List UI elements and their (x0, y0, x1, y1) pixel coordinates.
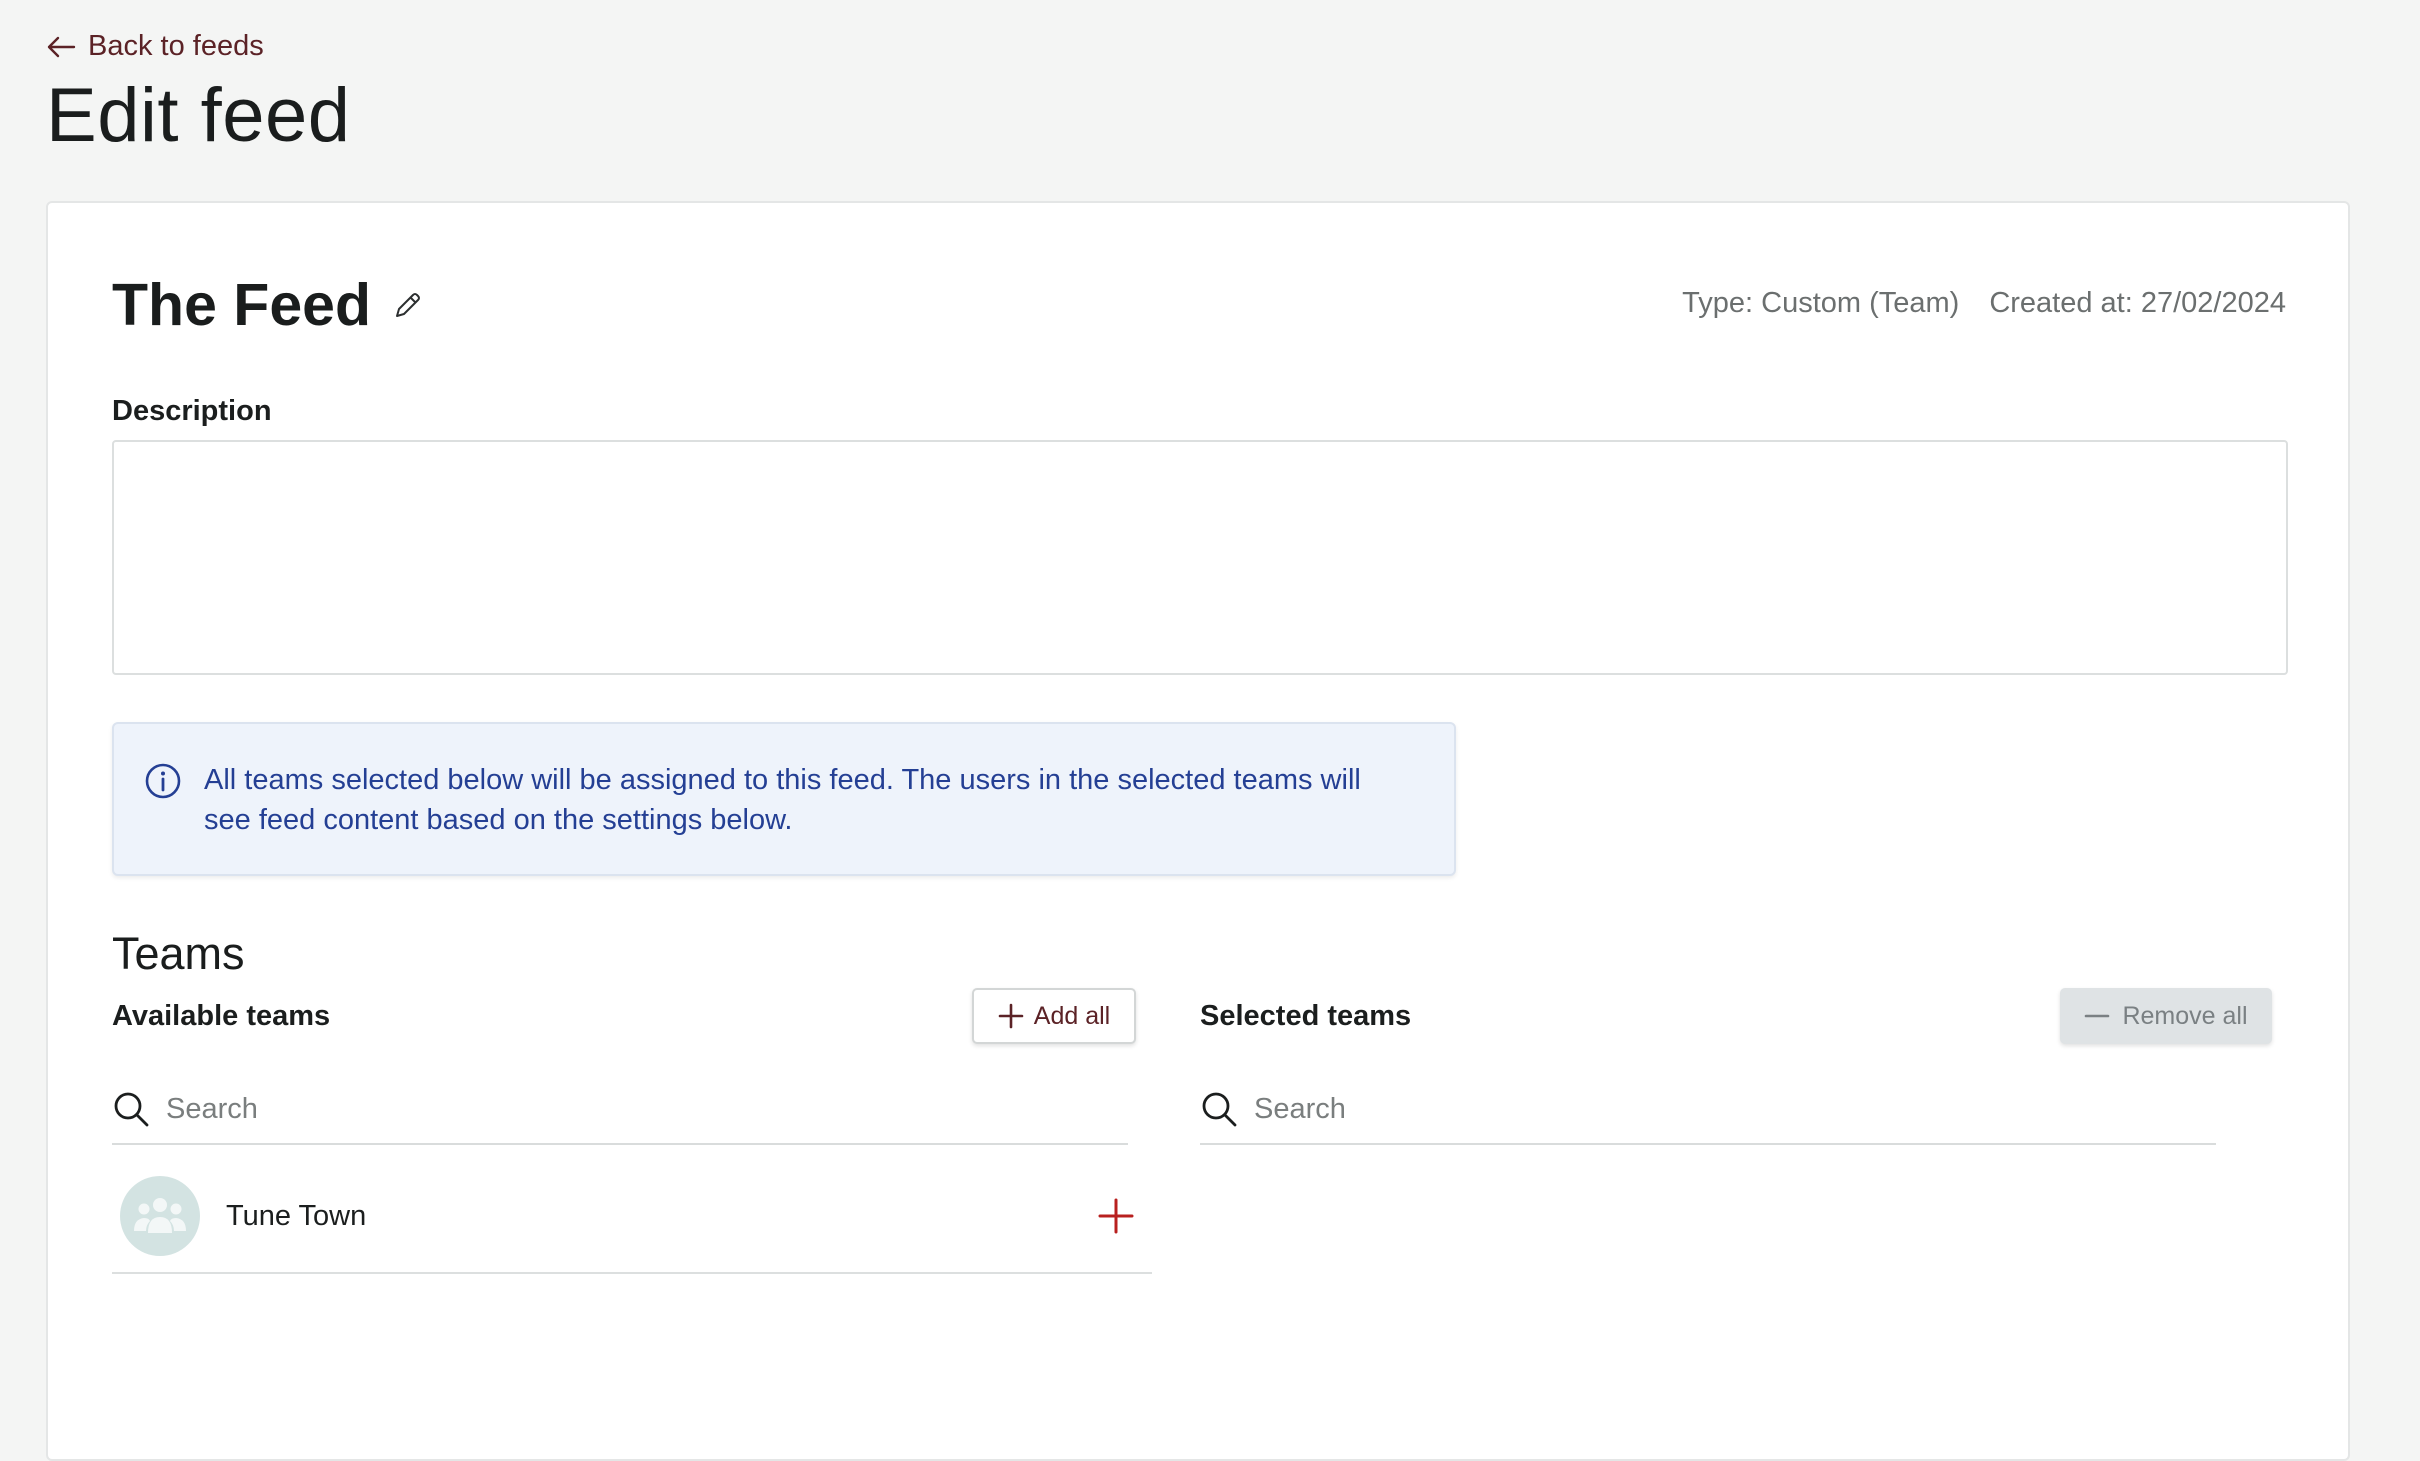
group-icon (134, 1198, 186, 1233)
available-teams-search-input[interactable] (164, 1091, 1128, 1127)
description-label: Description (112, 395, 272, 427)
plus-icon (1098, 1198, 1134, 1234)
add-team-button[interactable] (1092, 1192, 1140, 1240)
add-all-label: Add all (1033, 1001, 1111, 1030)
team-avatar (120, 1176, 200, 1256)
info-message-line1: All teams selected below will be assigne… (204, 764, 1361, 796)
edit-name-button[interactable] (393, 290, 423, 320)
pencil-icon (396, 293, 420, 317)
edit-feed-card: The Feed Type: Custom (Team) Created at:… (46, 201, 2350, 1461)
remove-all-label: Remove all (2122, 1001, 2248, 1030)
selected-teams-search (1200, 1075, 2216, 1145)
search-icon (114, 1092, 149, 1127)
back-link-label: Back to feeds (88, 30, 264, 62)
add-all-button[interactable]: Add all (972, 988, 1136, 1044)
description-textarea[interactable] (112, 440, 2288, 675)
info-message-line2: see feed content based on the settings b… (204, 804, 793, 836)
search-icon (1202, 1092, 1237, 1127)
arrow-left-icon (47, 36, 76, 57)
feed-meta: Type: Custom (Team) Created at: 27/02/20… (1682, 287, 2286, 320)
available-teams-search (112, 1075, 1128, 1145)
selected-teams-title: Selected teams (1200, 1000, 1412, 1032)
back-to-feeds-link[interactable]: Back to feeds (46, 30, 264, 63)
remove-all-button[interactable]: Remove all (2060, 988, 2272, 1044)
feed-name: The Feed (112, 272, 371, 338)
feed-type: Type: Custom (Team) (1682, 287, 1960, 319)
feed-header: The Feed (112, 271, 423, 339)
page-title: Edit feed (46, 73, 351, 158)
team-name: Tune Town (226, 1199, 367, 1232)
plus-icon (998, 1003, 1024, 1029)
available-team-row: Tune Town (112, 1160, 1152, 1274)
feed-created-at: Created at: 27/02/2024 (1989, 287, 2286, 319)
minus-icon (2085, 1014, 2110, 1018)
info-message: All teams selected below will be assigne… (204, 760, 1361, 840)
info-banner: All teams selected below will be assigne… (112, 722, 1456, 876)
info-icon (145, 763, 181, 799)
available-teams-title: Available teams (112, 1000, 331, 1032)
teams-heading: Teams (112, 928, 245, 979)
selected-teams-search-input[interactable] (1252, 1091, 2216, 1127)
